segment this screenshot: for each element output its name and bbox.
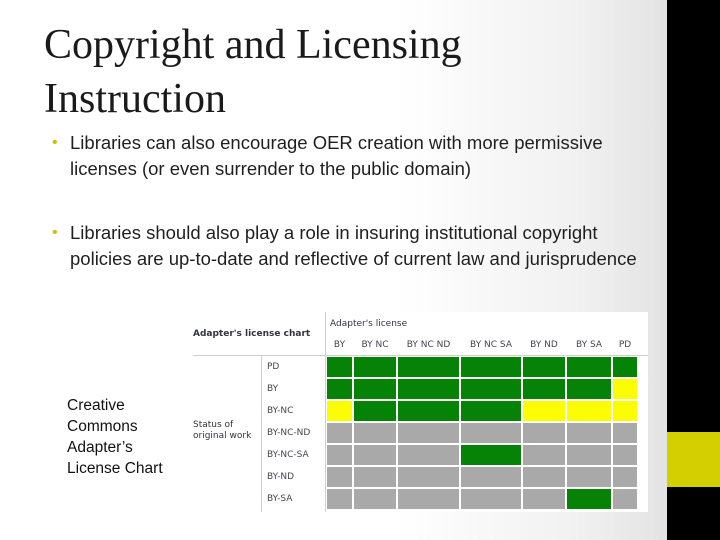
license-cell bbox=[326, 444, 353, 466]
accent-block bbox=[667, 432, 720, 487]
row-label: BY-NC-SA bbox=[267, 450, 309, 460]
license-cell bbox=[612, 400, 638, 422]
license-cell bbox=[326, 488, 353, 510]
license-cell bbox=[522, 444, 566, 466]
slide-title: Copyright and Licensing Instruction bbox=[44, 22, 462, 122]
license-cell bbox=[522, 466, 566, 488]
license-cell bbox=[566, 488, 612, 510]
row-label: BY-SA bbox=[267, 494, 293, 504]
bullet-list: • Libraries can also encourage OER creat… bbox=[52, 130, 652, 310]
license-cell bbox=[522, 422, 566, 444]
bullet-dot-icon: • bbox=[52, 134, 58, 151]
license-cell bbox=[326, 422, 353, 444]
column-label: BY NC bbox=[361, 340, 389, 350]
license-cell bbox=[397, 466, 460, 488]
license-cell bbox=[460, 444, 522, 466]
license-cell bbox=[353, 356, 397, 378]
license-cell bbox=[522, 488, 566, 510]
column-header: Adapter's license bbox=[330, 319, 408, 329]
license-cell bbox=[566, 444, 612, 466]
bullet-text: Libraries should also play a role in ins… bbox=[70, 222, 637, 269]
license-cell bbox=[566, 356, 612, 378]
license-cell bbox=[566, 378, 612, 400]
bullet-item: • Libraries can also encourage OER creat… bbox=[52, 130, 652, 182]
column-label: BY NC ND bbox=[406, 340, 451, 350]
row-label: BY bbox=[267, 384, 279, 394]
license-cell bbox=[397, 356, 460, 378]
bullet-item: • Libraries should also play a role in i… bbox=[52, 220, 652, 272]
column-label: PD bbox=[618, 340, 632, 350]
license-cell bbox=[460, 488, 522, 510]
row-label: BY-NC bbox=[267, 406, 294, 416]
license-cell bbox=[397, 488, 460, 510]
bullet-dot-icon: • bbox=[52, 224, 58, 241]
bullet-text: Libraries can also encourage OER creatio… bbox=[70, 132, 603, 179]
license-cell bbox=[353, 422, 397, 444]
license-cell bbox=[612, 422, 638, 444]
column-label: BY NC SA bbox=[470, 340, 512, 350]
license-cell bbox=[397, 444, 460, 466]
license-cell bbox=[612, 488, 638, 510]
column-label: BY ND bbox=[530, 340, 558, 350]
license-cell bbox=[353, 378, 397, 400]
column-label: BY bbox=[333, 340, 346, 350]
license-cell bbox=[566, 466, 612, 488]
license-cell bbox=[460, 356, 522, 378]
chart-title: Adapter's license chart bbox=[193, 329, 311, 339]
license-cell bbox=[612, 466, 638, 488]
license-cell bbox=[326, 400, 353, 422]
license-cell bbox=[522, 378, 566, 400]
license-cell bbox=[460, 400, 522, 422]
license-cell bbox=[460, 422, 522, 444]
license-cell bbox=[566, 400, 612, 422]
chart-caption: Creative Commons Adapter’s License Chart bbox=[67, 397, 163, 477]
license-cell bbox=[397, 378, 460, 400]
license-cell bbox=[522, 356, 566, 378]
license-cell bbox=[326, 356, 353, 378]
license-cell bbox=[612, 378, 638, 400]
license-cell bbox=[353, 400, 397, 422]
license-cell bbox=[397, 422, 460, 444]
license-chart: Adapter's license chart Adapter's licens… bbox=[187, 312, 648, 512]
row-header-separator bbox=[261, 356, 262, 512]
column-label: BY SA bbox=[575, 340, 603, 350]
row-label: PD bbox=[267, 362, 280, 372]
license-cell bbox=[612, 444, 638, 466]
license-cell bbox=[566, 422, 612, 444]
license-cell bbox=[353, 488, 397, 510]
license-cell bbox=[326, 466, 353, 488]
license-cell bbox=[353, 466, 397, 488]
row-header: Status of original work bbox=[193, 420, 252, 441]
license-cell bbox=[612, 356, 638, 378]
license-cell bbox=[522, 400, 566, 422]
license-cell bbox=[353, 444, 397, 466]
license-cell bbox=[397, 400, 460, 422]
license-cell bbox=[460, 378, 522, 400]
row-label: BY-ND bbox=[267, 472, 295, 482]
license-cell bbox=[326, 378, 353, 400]
row-label: BY-NC-ND bbox=[267, 428, 311, 438]
license-cell bbox=[460, 466, 522, 488]
